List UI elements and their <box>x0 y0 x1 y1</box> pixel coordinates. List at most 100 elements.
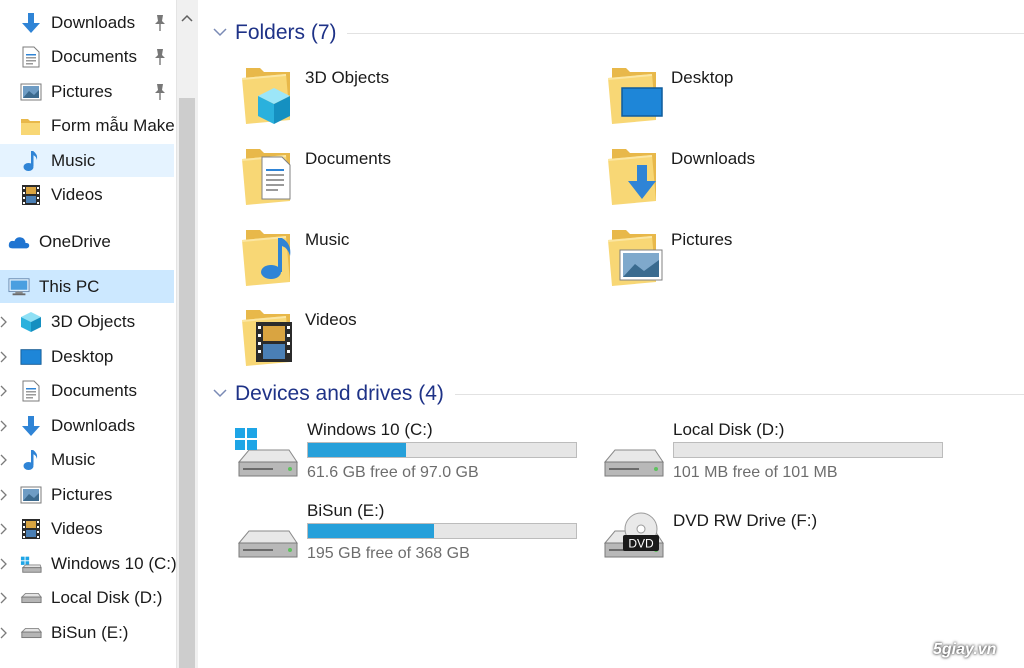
drive-label: BiSun (E:) <box>307 501 385 520</box>
navigation-scrollbar[interactable] <box>176 0 197 668</box>
group-separator <box>347 33 1024 34</box>
drive-icon <box>20 587 42 609</box>
drive-usage-bar <box>307 442 577 458</box>
folder-tile-downloads[interactable]: Downloads <box>606 143 936 213</box>
group-separator <box>455 394 1024 395</box>
chevron-right-icon[interactable] <box>0 558 8 570</box>
nav-item-label: Videos <box>51 518 103 538</box>
nav-item-downloads[interactable]: Downloads <box>0 409 174 442</box>
pin-icon[interactable] <box>152 14 168 32</box>
document-icon <box>20 380 42 402</box>
drive-usage-fill <box>308 443 406 457</box>
nav-item-label: 3D Objects <box>51 311 136 331</box>
chevron-right-icon[interactable] <box>0 316 8 328</box>
nav-item-label: This PC <box>39 276 100 296</box>
folder-label: Pictures <box>671 230 733 249</box>
nav-item-label: Pictures <box>51 484 113 504</box>
nav-item-label: Downloads <box>51 415 136 435</box>
folder-tile-3d-objects[interactable]: 3D Objects <box>240 62 570 132</box>
pin-icon[interactable] <box>152 83 168 101</box>
pictures-icon <box>20 484 42 506</box>
nav-item-videos-quick[interactable]: Videos <box>0 178 174 211</box>
nav-item-label: Form mẫu Make <box>51 115 175 135</box>
scroll-up-button[interactable] <box>177 0 197 36</box>
videos-folder-icon <box>240 304 292 368</box>
nav-item-3d-objects[interactable]: 3D Objects <box>0 305 174 338</box>
nav-item-label: Music <box>51 150 96 170</box>
computer-icon <box>8 276 30 298</box>
drive-tile-local-disk-d[interactable]: Local Disk (D:) 101 MB free of 101 MB <box>601 420 943 492</box>
folder-label: 3D Objects <box>305 68 390 87</box>
pictures-icon <box>20 81 42 103</box>
music-folder-icon <box>240 224 291 288</box>
folder-tile-videos[interactable]: Videos <box>240 304 570 374</box>
nav-item-label: Music <box>51 449 96 469</box>
chevron-right-icon[interactable] <box>0 454 8 466</box>
chevron-right-icon[interactable] <box>0 385 8 397</box>
nav-item-label: Documents <box>51 46 137 66</box>
nav-item-form-mau[interactable]: Form mẫu Make <box>0 109 175 142</box>
chevron-right-icon[interactable] <box>0 523 8 535</box>
dvd-drive-icon: DVD <box>601 512 665 569</box>
nav-item-documents-quick[interactable]: Documents <box>0 40 174 73</box>
nav-item-videos[interactable]: Videos <box>0 512 174 545</box>
nav-item-bisun-e[interactable]: BiSun (E:) <box>0 616 174 649</box>
windows-drive-icon <box>235 428 299 488</box>
nav-item-downloads-quick[interactable]: Downloads <box>0 6 174 39</box>
nav-item-pictures[interactable]: Pictures <box>0 478 174 511</box>
drive-label: DVD RW Drive (F:) <box>673 511 818 530</box>
cube-folder-icon <box>240 62 290 124</box>
folder-tile-music[interactable]: Music <box>240 224 570 294</box>
drive-usage-fill <box>308 524 434 538</box>
drive-tile-dvd-f[interactable]: DVD DVD RW Drive (F:) <box>601 501 941 573</box>
nav-item-label: Local Disk (D:) <box>51 587 163 607</box>
chevron-down-icon[interactable] <box>212 387 228 399</box>
nav-item-desktop[interactable]: Desktop <box>0 340 174 373</box>
chevron-right-icon[interactable] <box>0 420 8 432</box>
documents-folder-icon <box>240 143 291 207</box>
folder-label: Desktop <box>671 68 734 87</box>
nav-item-label: Videos <box>51 184 103 204</box>
folder-tile-documents[interactable]: Documents <box>240 143 570 213</box>
watermark: 5giay.vn <box>933 641 997 658</box>
drive-free-space: 61.6 GB free of 97.0 GB <box>307 464 479 481</box>
cloud-icon <box>8 231 30 253</box>
drive-icon <box>235 509 299 569</box>
music-note-icon <box>20 150 42 172</box>
nav-item-this-pc[interactable]: This PC <box>0 270 174 303</box>
nav-item-local-disk-d[interactable]: Local Disk (D:) <box>0 581 174 614</box>
nav-item-pictures-quick[interactable]: Pictures <box>0 75 174 108</box>
drive-free-space: 195 GB free of 368 GB <box>307 545 470 562</box>
drives-group-header[interactable]: Devices and drives (4) <box>212 379 1024 409</box>
dvd-badge: DVD <box>628 537 654 551</box>
pictures-folder-icon <box>606 224 663 288</box>
nav-item-music[interactable]: Music <box>0 443 174 476</box>
download-arrow-icon <box>20 415 42 437</box>
scroll-thumb[interactable] <box>179 98 195 668</box>
nav-item-music-quick[interactable]: Music <box>0 144 174 177</box>
nav-item-documents[interactable]: Documents <box>0 374 174 407</box>
document-icon <box>20 46 42 68</box>
pin-icon[interactable] <box>152 48 168 66</box>
chevron-right-icon[interactable] <box>0 592 8 604</box>
nav-item-label: Desktop <box>51 346 114 366</box>
folders-group-header[interactable]: Folders (7) <box>212 18 1024 48</box>
folder-tile-pictures[interactable]: Pictures <box>606 224 936 294</box>
folder-tile-desktop[interactable]: Desktop <box>606 62 936 132</box>
drive-tile-bisun-e[interactable]: BiSun (E:) 195 GB free of 368 GB <box>235 501 577 573</box>
nav-item-windows-c[interactable]: Windows 10 (C:) <box>0 547 176 580</box>
drives-group-title: Devices and drives (4) <box>235 382 444 405</box>
cube-icon <box>20 311 42 333</box>
chevron-right-icon[interactable] <box>0 351 8 363</box>
folder-label: Videos <box>305 310 357 329</box>
windows-drive-icon <box>20 553 42 575</box>
folder-label: Documents <box>305 149 391 168</box>
drive-tile-windows-c[interactable]: Windows 10 (C:) 61.6 GB free of 97.0 GB <box>235 420 577 492</box>
navigation-pane: Downloads Documents Pictures Form mẫu Ma… <box>0 0 176 668</box>
desktop-folder-icon <box>606 62 663 126</box>
chevron-right-icon[interactable] <box>0 627 8 639</box>
chevron-right-icon[interactable] <box>0 489 8 501</box>
nav-item-onedrive[interactable]: OneDrive <box>0 225 174 258</box>
folder-label: Music <box>305 230 350 249</box>
chevron-down-icon[interactable] <box>212 26 228 38</box>
